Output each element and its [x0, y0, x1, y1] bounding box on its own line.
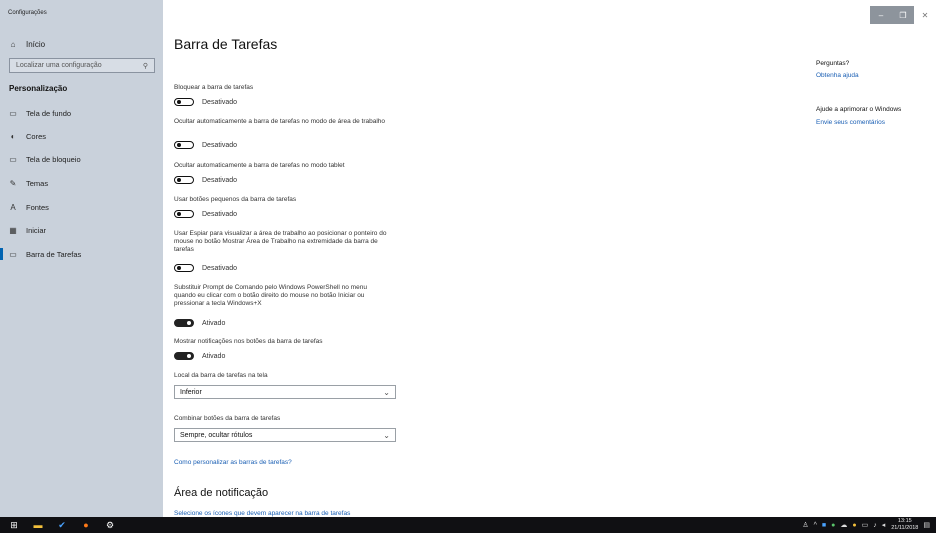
lock-screen-icon: ▭ [9, 154, 17, 164]
sidebar-item-label: Barra de Tarefas [26, 249, 82, 259]
toggle-state: Desativado [202, 176, 238, 184]
sidebar-item-label: Iniciar [26, 225, 47, 235]
section-title: Personalização [9, 84, 68, 93]
sidebar-item-fontes[interactable]: A Fontes [0, 199, 163, 215]
taskbar-icon: ▭ [9, 249, 17, 259]
time: 13:15 [897, 518, 912, 524]
toggle-badges[interactable]: Ativado [174, 350, 225, 362]
sidebar-item-label: Fontes [26, 202, 49, 212]
firefox-icon[interactable]: ● [76, 520, 96, 530]
app-check-icon[interactable]: ✔ [52, 520, 72, 531]
setting-label: Ocultar automaticamente a barra de taref… [174, 118, 386, 125]
main-content: Barra de Tarefas Bloquear a barra de tar… [163, 0, 936, 517]
chevron-down-icon: ⌄ [383, 387, 390, 397]
chevron-up-icon[interactable]: ^ [814, 522, 817, 529]
page-title: Barra de Tarefas [174, 36, 278, 52]
notification-icons-link[interactable]: Selecione os ícones que devem aparecer n… [174, 510, 350, 517]
file-explorer-icon[interactable]: ▬ [28, 520, 48, 530]
sidebar: Configurações ⌂ Início Localizar uma con… [0, 0, 163, 517]
window-controls: – ❐ ✕ [870, 6, 936, 24]
sidebar-item-temas[interactable]: ✎ Temas [0, 175, 163, 191]
search-icon: ⚲ [142, 62, 148, 70]
combine-label: Combinar botões da barra de tarefas [174, 415, 281, 422]
toggle-switch[interactable] [174, 319, 194, 327]
monitor-icon[interactable]: ▭ [862, 521, 869, 529]
toggle-switch[interactable] [174, 264, 194, 272]
toggle-switch[interactable] [174, 210, 194, 218]
chevron-down-icon: ⌄ [383, 430, 390, 440]
setting-label: Substituir Prompt de Comando pelo Window… [174, 284, 367, 307]
image-icon: ▭ [9, 108, 17, 118]
system-tray: ♙ ^ ■ ● ☁ ● ▭ ♪ ◂ 13:15 21/11/2018 ▤ [797, 517, 930, 533]
toggle-autohide-desktop[interactable]: Desativado [174, 139, 237, 151]
toggle-switch[interactable] [174, 176, 194, 184]
sidebar-item-tela-de-fundo[interactable]: ▭ Tela de fundo [0, 105, 163, 121]
sidebar-item-label: Tela de fundo [26, 108, 72, 118]
location-label: Local da barra de tarefas na tela [174, 372, 268, 379]
person-icon[interactable]: ♙ [802, 521, 808, 529]
combine-value: Sempre, ocultar rótulos [180, 431, 253, 439]
taskbar: ⊞ ▬ ✔ ● ⚙ ♙ ^ ■ ● ☁ ● ▭ ♪ ◂ 13:15 21/11/… [0, 517, 936, 533]
toggle-powershell[interactable]: Ativado [174, 317, 225, 329]
location-select[interactable]: Inferior ⌄ [174, 385, 396, 399]
sidebar-item-label: Temas [26, 178, 49, 188]
font-icon: A [10, 202, 16, 212]
setting-label: Usar botões pequenos da barra de tarefas [174, 196, 297, 203]
toggle-switch[interactable] [174, 352, 194, 360]
feedback-link[interactable]: Envie seus comentários [816, 119, 885, 126]
toggle-state: Ativado [202, 352, 226, 360]
settings-gear-icon[interactable]: ⚙ [100, 520, 120, 531]
clock[interactable]: 13:15 21/11/2018 [891, 518, 918, 532]
nav-home[interactable]: ⌂ Início [8, 37, 46, 51]
notifications-icon[interactable]: ▤ [923, 521, 930, 529]
questions-title: Perguntas? [816, 60, 850, 67]
network-icon[interactable]: ■ [822, 522, 826, 529]
minimize-button[interactable]: – [870, 6, 892, 24]
toggle-small-buttons[interactable]: Desativado [174, 208, 237, 220]
sidebar-item-tela-de-bloqueio[interactable]: ▭ Tela de bloqueio [0, 151, 163, 167]
sidebar-item-label: Tela de bloqueio [26, 154, 81, 164]
search-placeholder: Localizar uma configuração [16, 62, 102, 69]
location-value: Inferior [180, 388, 202, 396]
search-input[interactable]: Localizar uma configuração ⚲ [9, 58, 155, 73]
maximize-button[interactable]: ❐ [892, 6, 914, 24]
setting-label: Mostrar notificações nos botões da barra… [174, 338, 323, 345]
windows-start-icon[interactable]: ⊞ [4, 520, 24, 531]
sidebar-item-cores[interactable]: ◐ Cores [0, 128, 163, 144]
speaker-icon[interactable]: ◂ [882, 521, 886, 529]
toggle-state: Desativado [202, 141, 238, 149]
home-icon: ⌂ [10, 39, 16, 49]
toggle-switch[interactable] [174, 141, 194, 149]
palette-icon: ◐ [10, 131, 16, 141]
sidebar-item-label: Cores [26, 131, 47, 141]
combine-select[interactable]: Sempre, ocultar rótulos ⌄ [174, 428, 396, 442]
toggle-lock-taskbar[interactable]: Desativado [174, 96, 237, 108]
brush-icon: ✎ [9, 178, 17, 188]
get-help-link[interactable]: Obtenha ajuda [816, 72, 859, 79]
shield-icon[interactable]: ● [852, 522, 856, 529]
start-icon: ▦ [9, 225, 17, 235]
setting-label: Ocultar automaticamente a barra de taref… [174, 162, 345, 169]
toggle-switch[interactable] [174, 98, 194, 106]
sidebar-item-barra-de-tarefas[interactable]: ▭ Barra de Tarefas [0, 246, 163, 262]
setting-label: Usar Espiar para visualizar a área de tr… [174, 230, 387, 253]
sidebar-item-iniciar[interactable]: ▦ Iniciar [0, 222, 163, 238]
app-tray-icon[interactable]: ● [831, 522, 835, 529]
toggle-state: Desativado [202, 210, 238, 218]
close-button[interactable]: ✕ [914, 6, 936, 24]
toggle-state: Desativado [202, 98, 238, 106]
improve-title: Ajude a aprimorar o Windows [816, 106, 902, 113]
app-title: Configurações [8, 10, 47, 16]
cloud-icon[interactable]: ☁ [840, 521, 847, 529]
nav-home-label: Início [26, 39, 46, 49]
toggle-state: Ativado [202, 319, 226, 327]
toggle-state: Desativado [202, 264, 238, 272]
toggle-peek[interactable]: Desativado [174, 262, 237, 274]
help-link[interactable]: Como personalizar as barras de tarefas? [174, 459, 292, 466]
date: 21/11/2018 [891, 525, 919, 531]
toggle-autohide-tablet[interactable]: Desativado [174, 174, 237, 186]
setting-label: Bloquear a barra de tarefas [174, 84, 254, 91]
notification-area-title: Área de notificação [174, 487, 269, 499]
volume-icon[interactable]: ♪ [873, 522, 877, 529]
